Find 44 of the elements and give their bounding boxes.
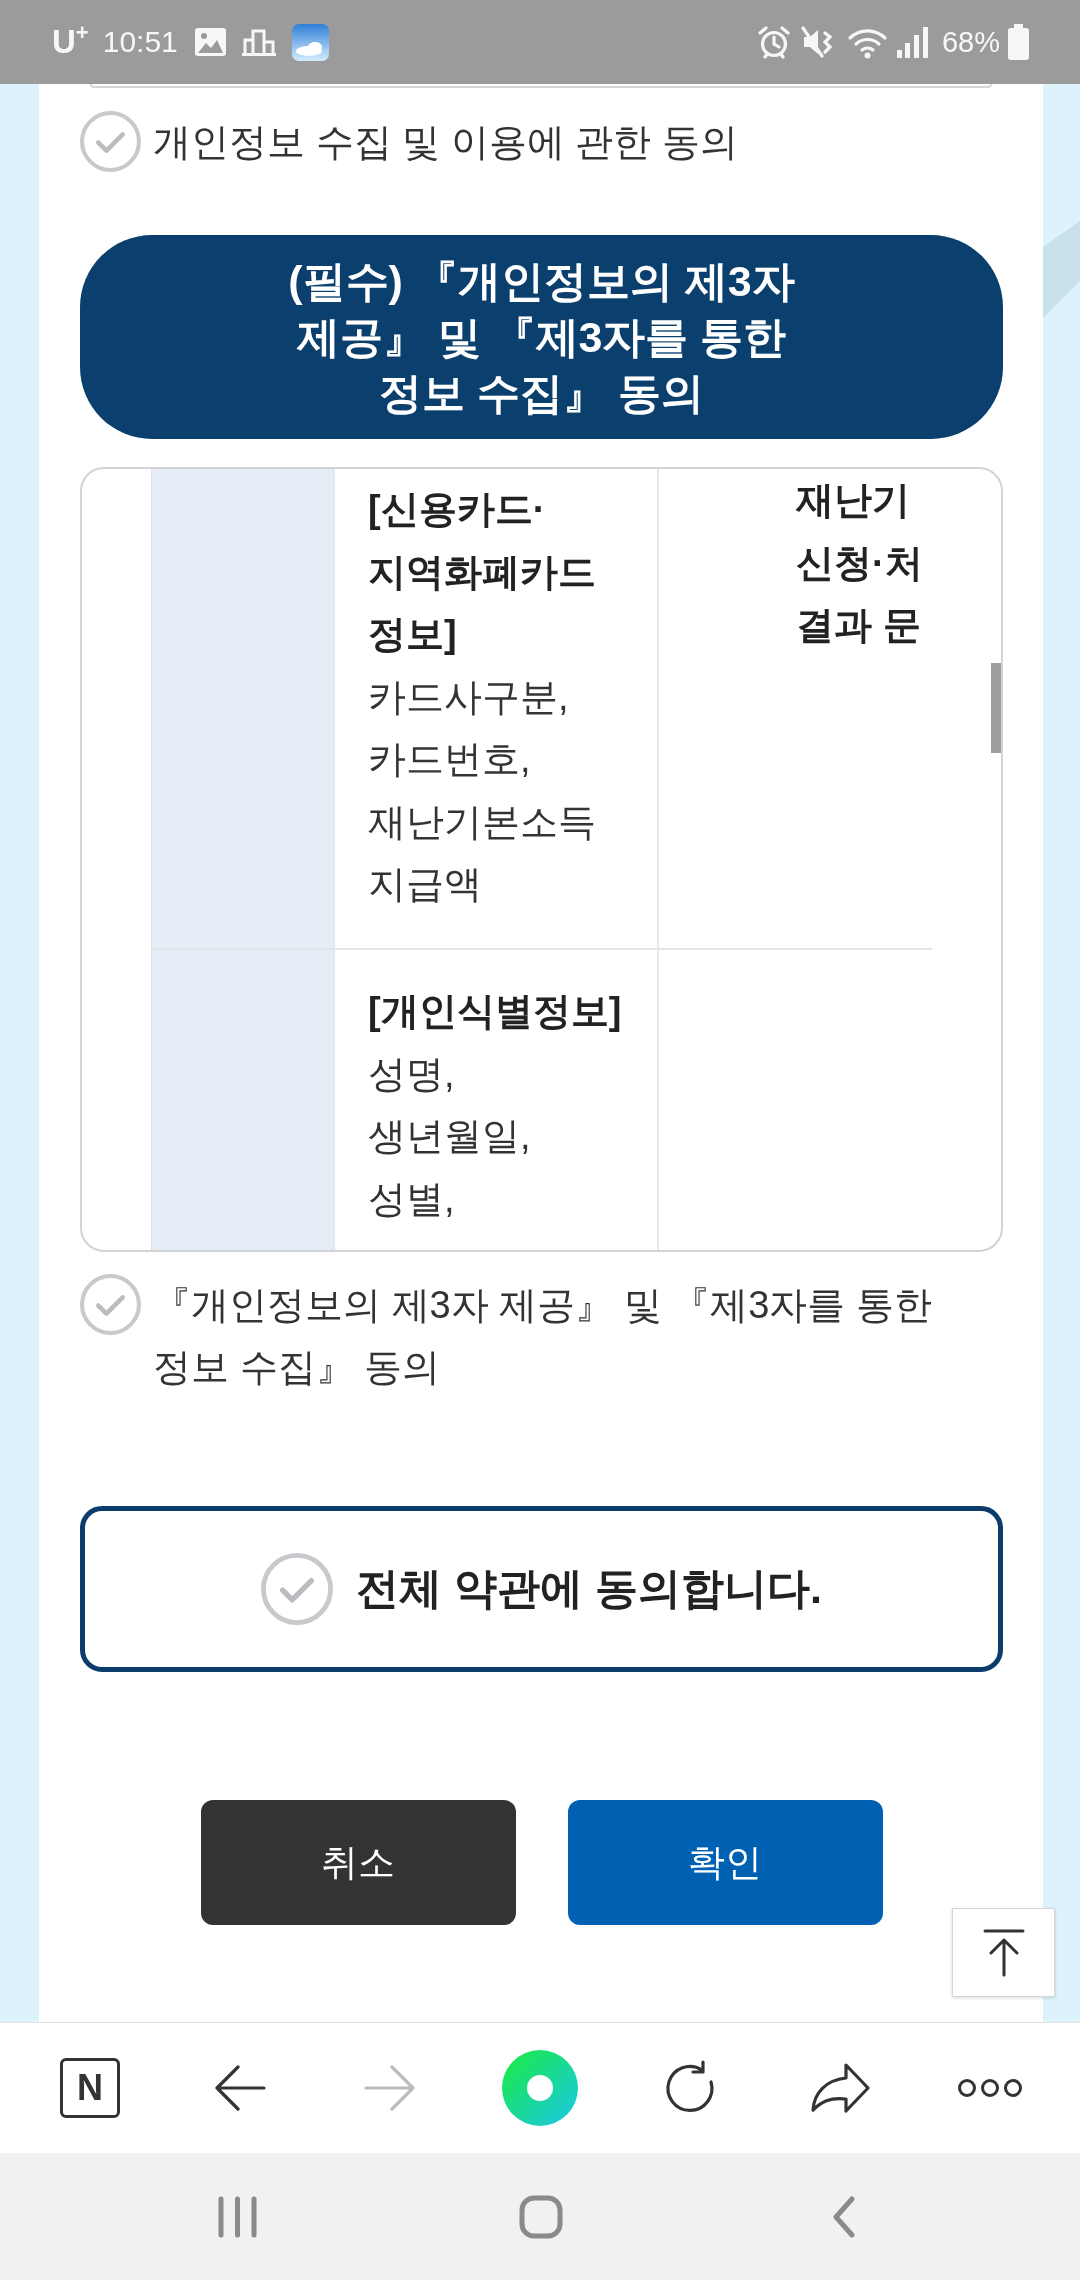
- more-icon[interactable]: [957, 2078, 1023, 2098]
- consent-checkbox[interactable]: 개인정보 수집 및 이용에 관한 동의: [80, 111, 1003, 173]
- battery-icon: [1008, 24, 1029, 60]
- scroll-top-button[interactable]: [952, 1908, 1055, 1997]
- cell-heading: 정보]: [368, 612, 457, 657]
- cell-text: 카드번호,: [368, 737, 531, 782]
- cell-text: 생년월일,: [368, 1114, 531, 1159]
- cloud-tile-icon: [291, 23, 329, 61]
- cell-heading: 결과 문: [796, 603, 921, 648]
- home-icon[interactable]: [518, 2194, 563, 2239]
- cell-text: 성명,: [368, 1051, 455, 1097]
- check-circle-icon[interactable]: [80, 111, 141, 172]
- cell-heading: [신용카드·: [368, 487, 546, 532]
- confirm-button[interactable]: 확인: [567, 1800, 883, 1925]
- consent-checkbox[interactable]: 『개인정보의 제3자 제공』 및 『제3자를 통한 정보 수집』 동의: [80, 1274, 1003, 1398]
- cell-heading: 재난기: [796, 478, 910, 523]
- arrow-to-top-icon[interactable]: [982, 1928, 1025, 1977]
- agree-all-button[interactable]: 전체 약관에 동의합니다.: [80, 1506, 1003, 1672]
- banner-title: (필수) 『개인정보의 제3자 제공』 및 『제3자를 통한 정보 수집』 동의: [287, 256, 796, 419]
- battery-percent: 68%: [941, 25, 1000, 60]
- clock-time: 10:51: [102, 24, 178, 60]
- cell-text: 재난기본소득: [368, 799, 596, 845]
- signal-icon: [896, 26, 928, 58]
- back-icon[interactable]: [831, 2195, 856, 2238]
- share-icon[interactable]: [810, 2062, 870, 2114]
- home-button[interactable]: N: [60, 2058, 120, 2118]
- check-circle-icon[interactable]: [261, 1553, 334, 1625]
- ring-icon[interactable]: [502, 2050, 578, 2126]
- picture-icon: [194, 28, 226, 56]
- cell-text: 성별,: [368, 1176, 455, 1222]
- buildings-icon: [241, 28, 276, 56]
- alarm-clock-icon: [756, 25, 791, 59]
- cell-heading: 지역화폐카드: [368, 549, 596, 595]
- recent-apps-icon[interactable]: [218, 2195, 257, 2238]
- cell-text: 지급액: [368, 862, 482, 907]
- carrier-name: U$^{+}$: [52, 22, 89, 62]
- cell-heading: 신청·처: [796, 540, 923, 586]
- muted-speaker-icon: [800, 25, 835, 59]
- cell-heading: [개인식별정보]: [368, 989, 622, 1034]
- back-arrow-icon[interactable]: [214, 2065, 266, 2111]
- check-circle-icon[interactable]: [80, 1274, 141, 1335]
- cancel-button[interactable]: 취소: [200, 1800, 516, 1925]
- cell-text: 카드사구분,: [368, 674, 569, 720]
- scrollbar-thumb[interactable]: [991, 663, 1001, 753]
